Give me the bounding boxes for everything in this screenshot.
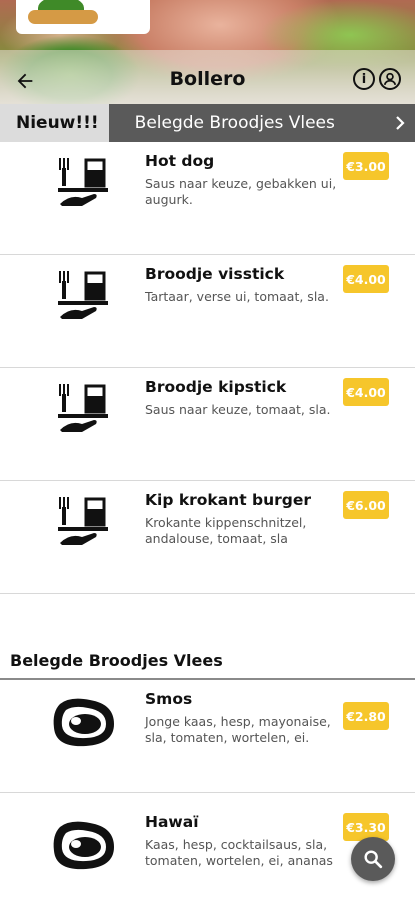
item-description: Saus naar keuze, tomaat, sla. [145, 402, 331, 417]
search-button[interactable] [351, 837, 395, 881]
dining-icon [56, 378, 116, 438]
tab-belegde-broodjes-vlees[interactable]: Belegde Broodjes Vlees [109, 113, 415, 133]
item-description: Kaas, hesp, cocktailsaus, sla, tomaten, … [145, 837, 333, 868]
header-photo: Bollero i [0, 0, 415, 104]
item-description: Krokante kippenschnitzel, andalouse, tom… [145, 515, 307, 546]
item-name: Hawaï [145, 813, 199, 831]
price-badge: €6.00 [343, 491, 389, 519]
price-badge: €4.00 [343, 265, 389, 293]
tab-nieuw[interactable]: Nieuw!!! [0, 104, 109, 142]
account-icon [383, 72, 397, 86]
search-icon [364, 850, 383, 869]
chevron-right-icon[interactable] [385, 104, 415, 142]
meat-icon [52, 817, 114, 877]
item-name: Hot dog [145, 152, 215, 170]
item-description: Tartaar, verse ui, tomaat, sla. [145, 289, 329, 304]
dining-icon [56, 491, 116, 551]
price-badge: €4.00 [343, 378, 389, 406]
dining-icon [56, 152, 116, 212]
list-item[interactable]: Kip krokant burger Krokante kippenschnit… [0, 481, 415, 594]
price-badge: €3.00 [343, 152, 389, 180]
category-tabs: Nieuw!!! Belegde Broodjes Vlees [0, 104, 415, 142]
restaurant-logo [16, 0, 150, 34]
list-item[interactable]: Broodje visstick Tartaar, verse ui, toma… [0, 255, 415, 368]
dining-icon [56, 265, 116, 325]
top-app-bar: Bollero i [0, 60, 415, 100]
info-button[interactable]: i [353, 68, 375, 90]
item-name: Broodje visstick [145, 265, 285, 283]
item-description: Saus naar keuze, gebakken ui, augurk. [145, 176, 337, 207]
item-name: Broodje kipstick [145, 378, 287, 396]
item-name: Kip krokant burger [145, 491, 312, 509]
price-badge: €2.80 [343, 702, 389, 730]
item-name: Smos [145, 690, 193, 708]
info-icon: i [361, 71, 367, 87]
list-item[interactable]: Smos Jonge kaas, hesp, mayonaise, sla, t… [0, 680, 415, 793]
meat-icon [52, 694, 114, 754]
account-button[interactable] [379, 68, 401, 90]
item-description: Jonge kaas, hesp, mayonaise, sla, tomate… [145, 714, 331, 745]
list-item[interactable]: Hot dog Saus naar keuze, gebakken ui, au… [0, 142, 415, 255]
list-item[interactable]: Broodje kipstick Saus naar keuze, tomaat… [0, 368, 415, 481]
price-badge: €3.30 [343, 813, 389, 841]
section-title: Belegde Broodjes Vlees [10, 651, 223, 670]
